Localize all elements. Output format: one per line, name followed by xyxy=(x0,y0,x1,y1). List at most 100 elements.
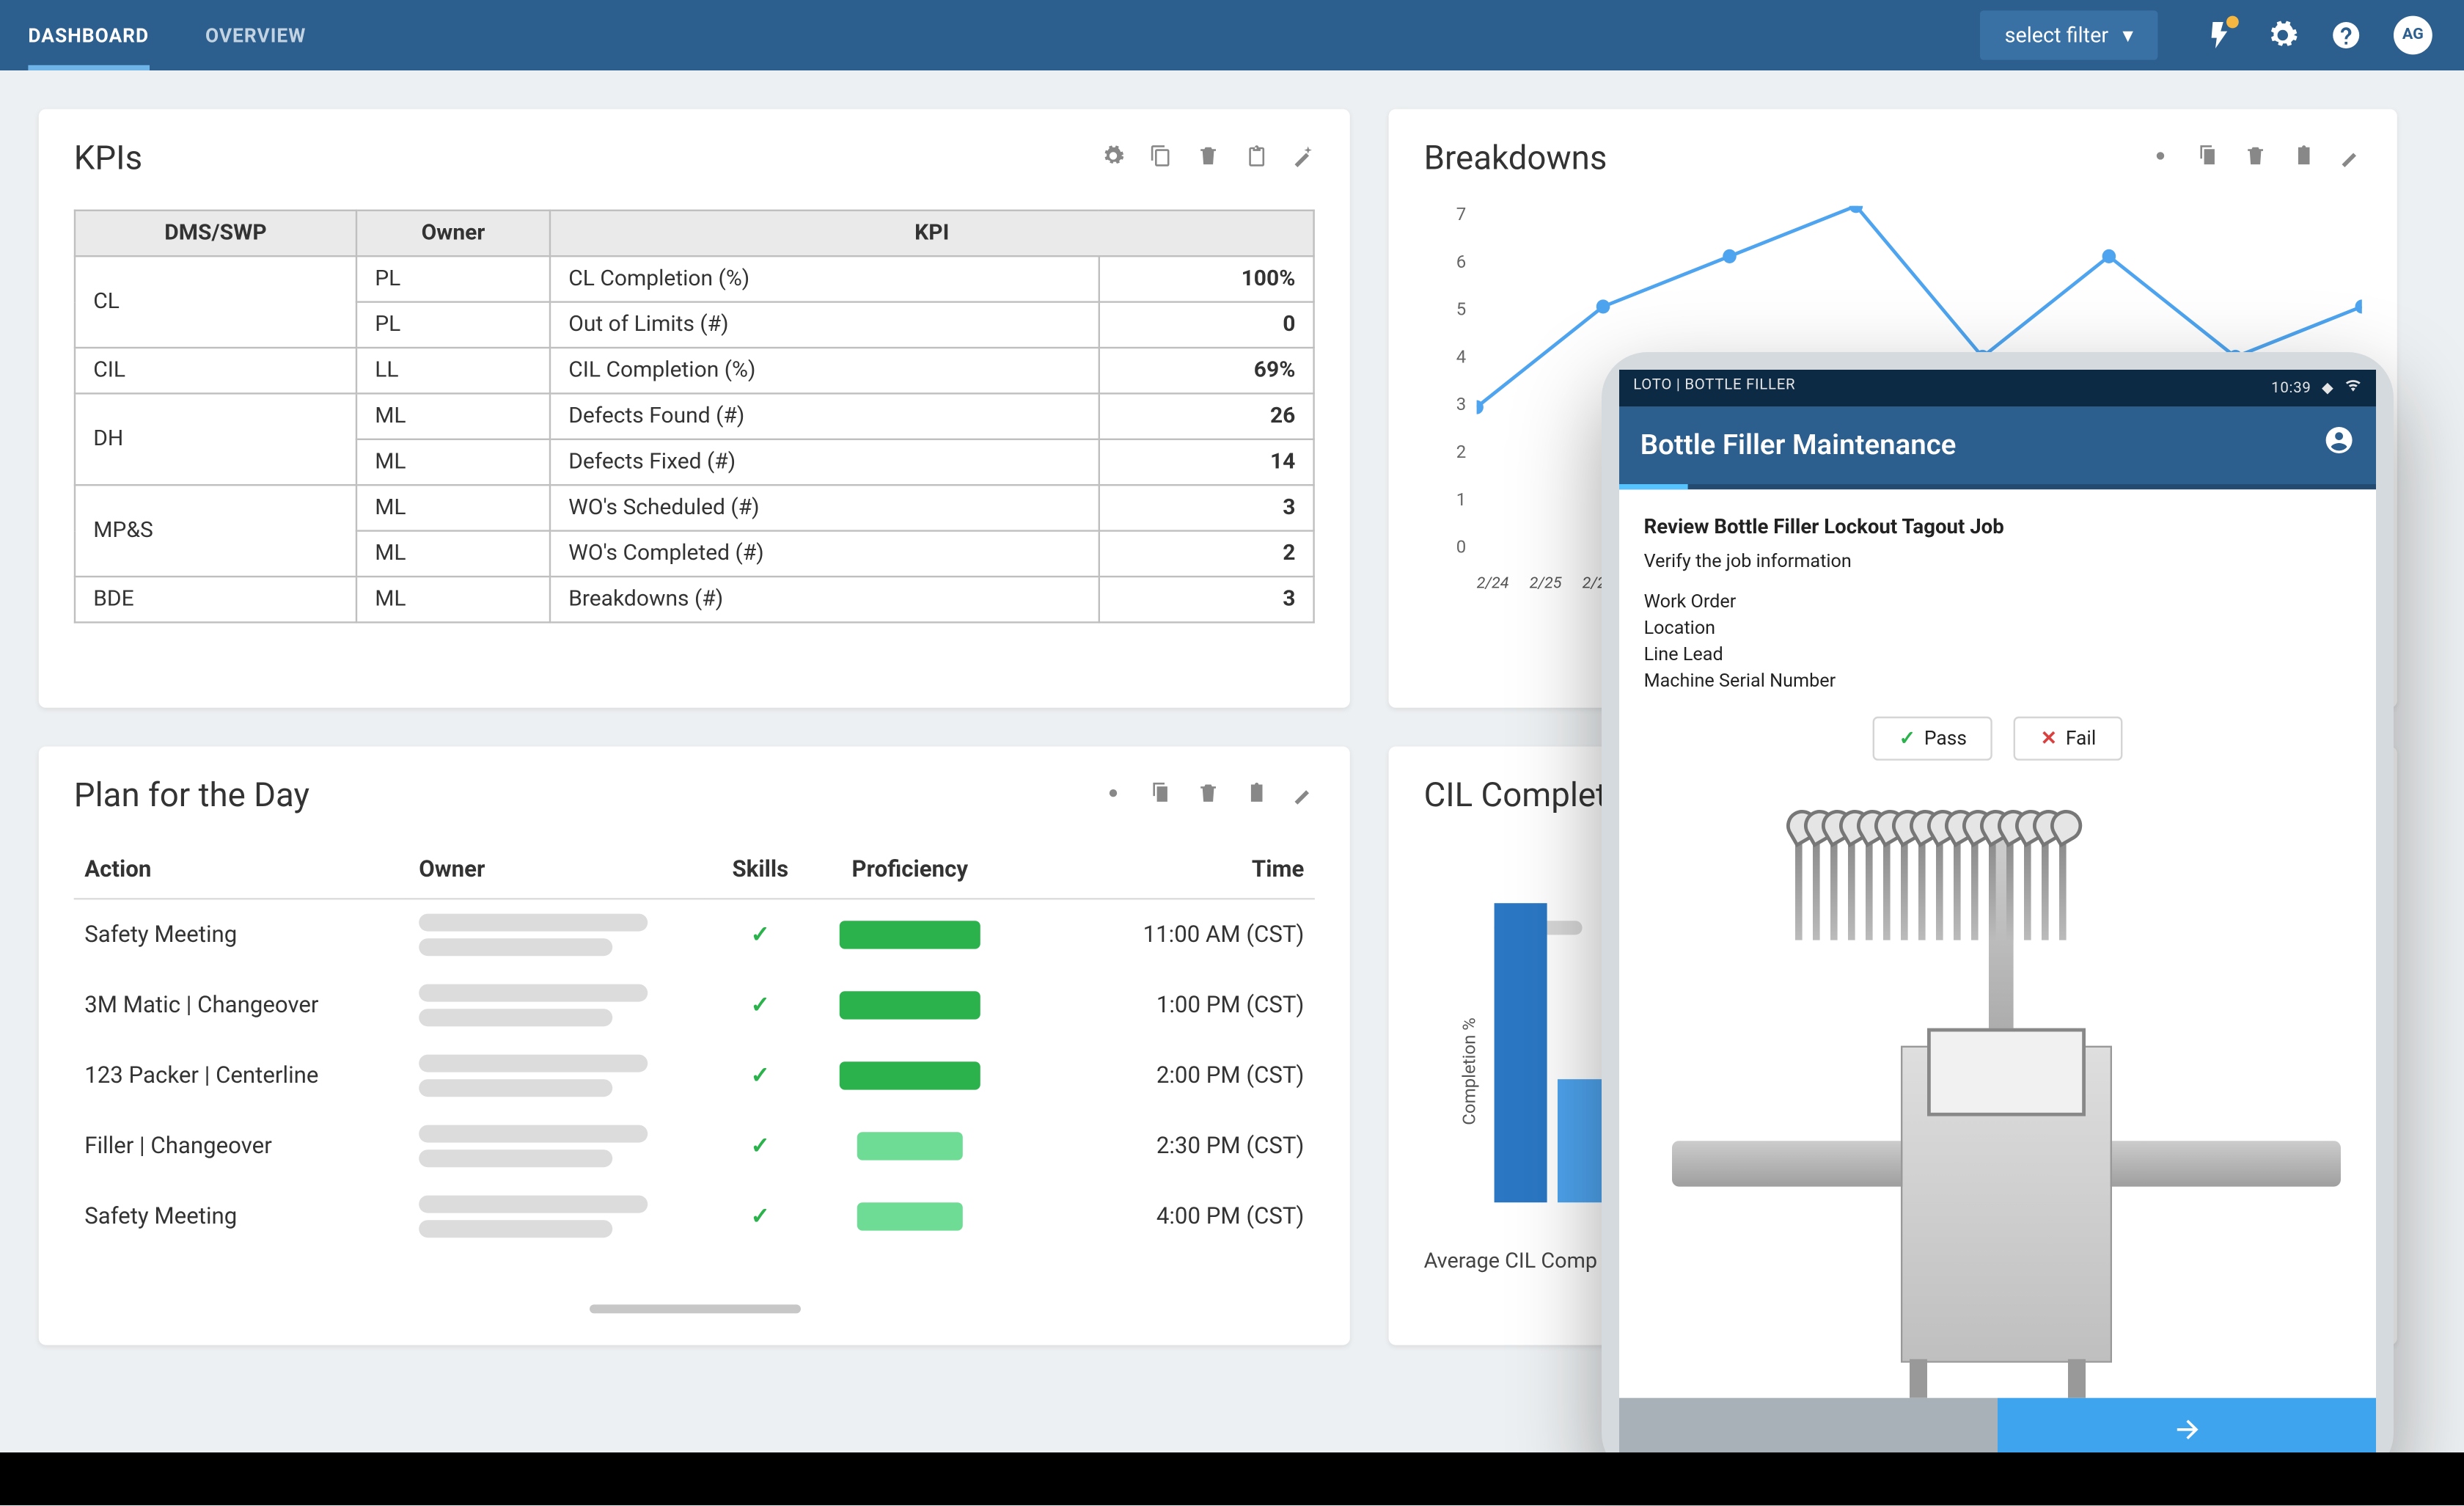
kpi-th-dms: DMS/SWP xyxy=(75,211,356,256)
plan-action: Safety Meeting xyxy=(74,1181,408,1251)
gear-icon[interactable] xyxy=(1101,141,1124,175)
cil-caption: Average CIL Comp xyxy=(1424,1249,1597,1273)
kpi-name: Breakdowns (#) xyxy=(550,577,1099,622)
plan-owner xyxy=(408,1181,708,1251)
tab-dashboard[interactable]: DASHBOARD xyxy=(0,0,177,70)
wand-icon[interactable] xyxy=(1292,141,1315,175)
card-tools xyxy=(2149,141,2361,175)
skills-check-icon: ✓ xyxy=(708,1181,813,1251)
kpi-owner: LL xyxy=(356,348,550,393)
plan-time: 11:00 AM (CST) xyxy=(1007,899,1315,970)
gear-icon[interactable] xyxy=(2267,19,2298,51)
kpi-name: Defects Found (#) xyxy=(550,393,1099,439)
progress-track xyxy=(1619,484,2376,489)
kpi-val: 100% xyxy=(1099,256,1313,301)
cil-title: CIL Completi xyxy=(1424,775,1616,815)
plan-time: 2:00 PM (CST) xyxy=(1007,1040,1315,1111)
plan-prof xyxy=(813,1181,1007,1251)
plan-row[interactable]: 123 Packer | Centerline✓2:00 PM (CST) xyxy=(74,1040,1315,1111)
plan-th-skills: Skills xyxy=(708,844,813,899)
trash-icon[interactable] xyxy=(1197,778,1220,812)
kpi-name: CIL Completion (%) xyxy=(550,348,1099,393)
signal-icon: ◆ xyxy=(2322,379,2333,397)
scrollbar-thumb[interactable] xyxy=(589,1304,800,1313)
x-icon: ✕ xyxy=(2041,727,2057,750)
plan-title: Plan for the Day xyxy=(74,775,309,815)
card-tools xyxy=(1101,778,1314,812)
notification-dot xyxy=(2226,16,2239,29)
user-avatar[interactable]: AG xyxy=(2394,16,2432,55)
tablet-field: Machine Serial Number xyxy=(1644,669,2352,692)
gear-icon[interactable] xyxy=(2149,141,2171,175)
tablet-header: Bottle Filler Maintenance xyxy=(1619,406,2376,484)
kpi-val: 14 xyxy=(1099,439,1313,485)
plan-action: Safety Meeting xyxy=(74,899,408,970)
kpi-name: Out of Limits (#) xyxy=(550,302,1099,348)
help-icon[interactable] xyxy=(2331,19,2362,51)
tablet-field: Line Lead xyxy=(1644,643,2352,665)
tablet-field: Work Order xyxy=(1644,590,2352,613)
plan-prof xyxy=(813,1111,1007,1181)
clipboard-icon[interactable] xyxy=(1244,141,1267,175)
kpi-th-owner: Owner xyxy=(356,211,550,256)
copy-icon[interactable] xyxy=(1149,778,1172,812)
copy-icon[interactable] xyxy=(1149,141,1172,175)
plan-row[interactable]: Safety Meeting✓11:00 AM (CST) xyxy=(74,899,1315,970)
kpi-th-kpi: KPI xyxy=(550,211,1314,256)
kpi-cat: DH xyxy=(75,393,356,485)
plan-row[interactable]: Filler | Changeover✓2:30 PM (CST) xyxy=(74,1111,1315,1181)
plan-th-prof: Proficiency xyxy=(813,844,1007,899)
account-icon[interactable] xyxy=(2323,424,2355,463)
kpi-val: 2 xyxy=(1099,531,1313,577)
kpi-owner: ML xyxy=(356,439,550,485)
y-tick: 1 xyxy=(1442,491,1467,511)
clipboard-icon[interactable] xyxy=(1244,778,1267,812)
tablet-device: LOTO | BOTTLE FILLER 10:39 ◆ Bottle Fill… xyxy=(1602,352,2394,1479)
filter-select[interactable]: select filter ▾ xyxy=(1980,10,2157,59)
plan-th-owner: Owner xyxy=(408,844,708,899)
x-tick: 2/24 xyxy=(1477,576,1522,593)
kpi-title: KPIs xyxy=(74,137,142,178)
plan-th-time: Time xyxy=(1007,844,1315,899)
plan-owner xyxy=(408,970,708,1040)
cil-ylabel: Completion % xyxy=(1461,1017,1480,1125)
plan-time: 2:30 PM (CST) xyxy=(1007,1111,1315,1181)
plan-action: 3M Matic | Changeover xyxy=(74,970,408,1040)
check-icon: ✓ xyxy=(1899,727,1915,750)
machine-illustration xyxy=(1619,796,2376,1398)
plan-prof xyxy=(813,1040,1007,1111)
tab-overview[interactable]: OVERVIEW xyxy=(177,0,334,70)
breakdowns-title: Breakdowns xyxy=(1424,137,1607,178)
progress-fill xyxy=(1619,484,1687,489)
kpi-cat: BDE xyxy=(75,577,356,622)
kpi-name: WO's Completed (#) xyxy=(550,531,1099,577)
kpi-cat: CIL xyxy=(75,348,356,393)
plan-row[interactable]: 3M Matic | Changeover✓1:00 PM (CST) xyxy=(74,970,1315,1040)
kpi-val: 3 xyxy=(1099,485,1313,530)
wand-icon[interactable] xyxy=(2339,141,2362,175)
bolt-icon[interactable] xyxy=(2204,19,2235,51)
wand-icon[interactable] xyxy=(1292,778,1315,812)
fail-button[interactable]: ✕ Fail xyxy=(2014,717,2122,761)
plan-owner xyxy=(408,1040,708,1111)
trash-icon[interactable] xyxy=(1197,141,1220,175)
kpi-owner: ML xyxy=(356,485,550,530)
top-nav: DASHBOARD OVERVIEW select filter ▾ AG xyxy=(0,0,2464,70)
plan-table: Action Owner Skills Proficiency Time Saf… xyxy=(74,844,1315,1252)
y-tick: 3 xyxy=(1442,396,1467,415)
tablet-status-bar: LOTO | BOTTLE FILLER 10:39 ◆ xyxy=(1619,370,2376,406)
plan-row[interactable]: Safety Meeting✓4:00 PM (CST) xyxy=(74,1181,1315,1251)
pass-button[interactable]: ✓ Pass xyxy=(1873,717,1993,761)
copy-icon[interactable] xyxy=(2196,141,2219,175)
clipboard-icon[interactable] xyxy=(2292,141,2314,175)
tablet-image xyxy=(1619,796,2376,1398)
kpi-table: DMS/SWP Owner KPI CL PL CL Completion (%… xyxy=(74,210,1315,624)
x-tick: 2/25 xyxy=(1530,576,1575,593)
kpi-owner: ML xyxy=(356,393,550,439)
kpi-cat: CL xyxy=(75,256,356,348)
kpi-owner: PL xyxy=(356,256,550,301)
gear-icon[interactable] xyxy=(1101,778,1124,812)
y-tick: 4 xyxy=(1442,348,1467,368)
y-tick: 7 xyxy=(1442,206,1467,225)
trash-icon[interactable] xyxy=(2244,141,2267,175)
